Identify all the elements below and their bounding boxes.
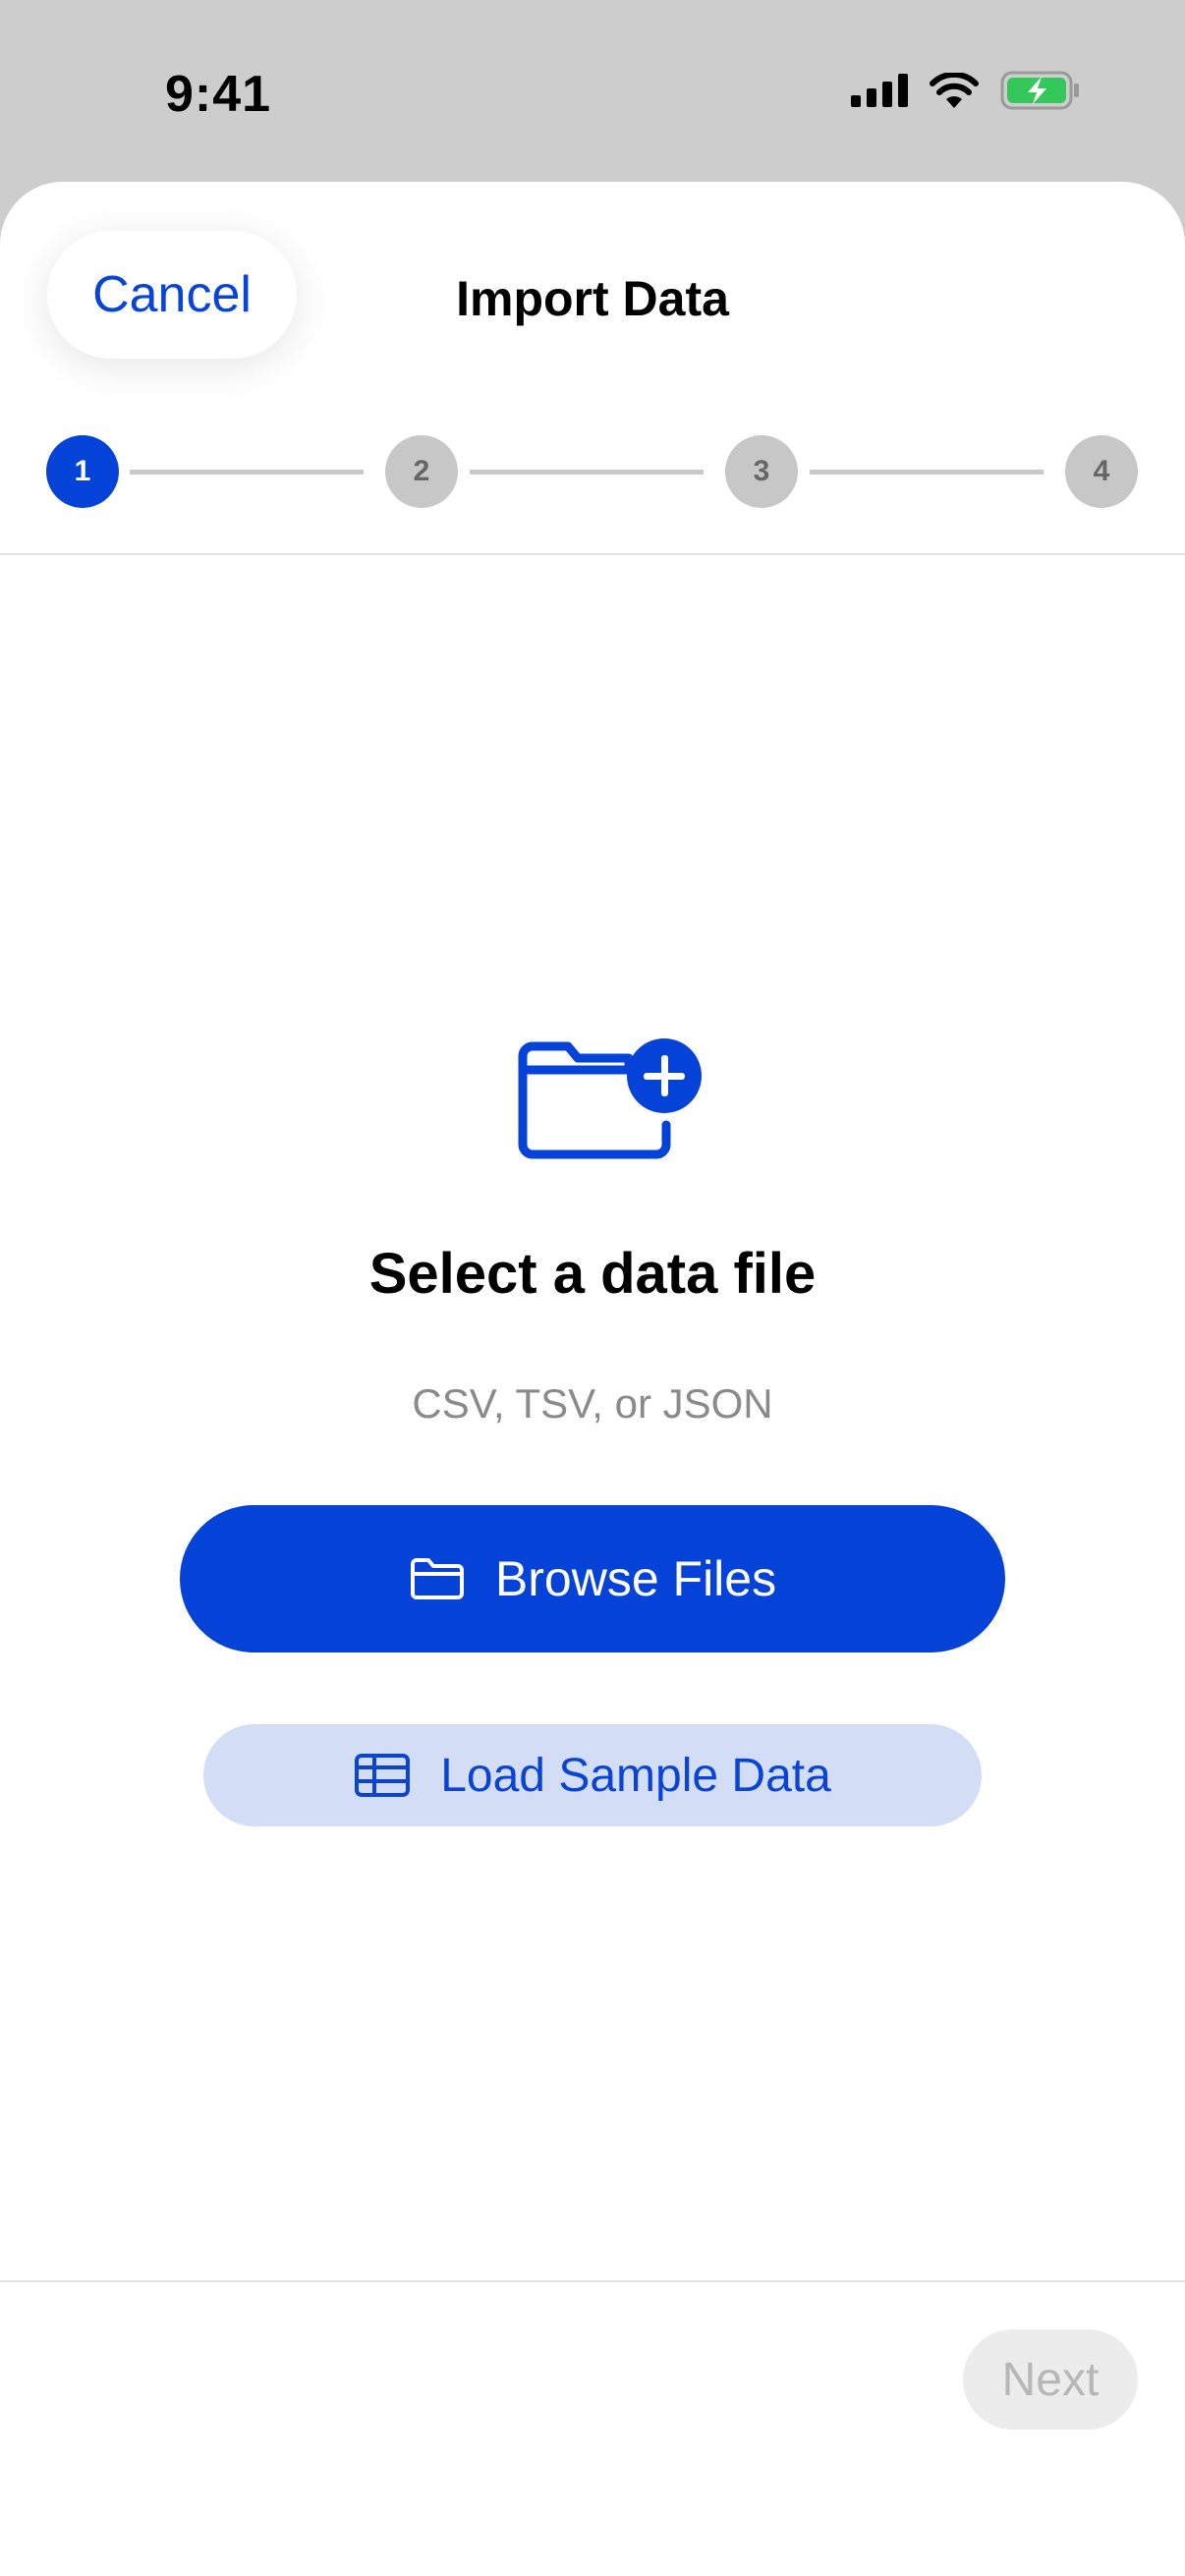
import-sheet: Cancel Import Data 1 2 3 4 Select a data… [0, 182, 1185, 2576]
load-sample-data-button[interactable]: Load Sample Data [203, 1724, 982, 1826]
step-connector [470, 470, 704, 475]
step-connector [810, 470, 1044, 475]
step-indicator: 1 2 3 4 [0, 435, 1185, 514]
next-button[interactable]: Next [963, 2329, 1138, 2430]
step-connector [130, 470, 364, 475]
supported-formats-text: CSV, TSV, or JSON [412, 1380, 773, 1427]
table-icon [355, 1754, 411, 1797]
browse-files-label: Browse Files [494, 1551, 777, 1606]
wifi-icon [930, 73, 979, 108]
step-4: 4 [1065, 435, 1138, 508]
browse-files-button[interactable]: Browse Files [180, 1505, 1005, 1652]
status-time: 9:41 [165, 66, 272, 123]
folder-icon [410, 1558, 464, 1599]
status-icons [851, 71, 1081, 110]
header-divider [0, 553, 1185, 555]
footer-divider [0, 2280, 1185, 2282]
empty-state-title: Select a data file [368, 1242, 817, 1306]
status-bar: 9:41 [0, 0, 1185, 182]
battery-charging-icon [1000, 71, 1079, 110]
step-3: 3 [725, 435, 798, 508]
sheet-title: Import Data [456, 271, 729, 326]
step-1: 1 [46, 435, 119, 508]
load-sample-data-label: Load Sample Data [440, 1749, 831, 1802]
folder-add-icon [518, 1038, 702, 1159]
cellular-signal-icon [851, 74, 908, 107]
step-2: 2 [385, 435, 458, 508]
